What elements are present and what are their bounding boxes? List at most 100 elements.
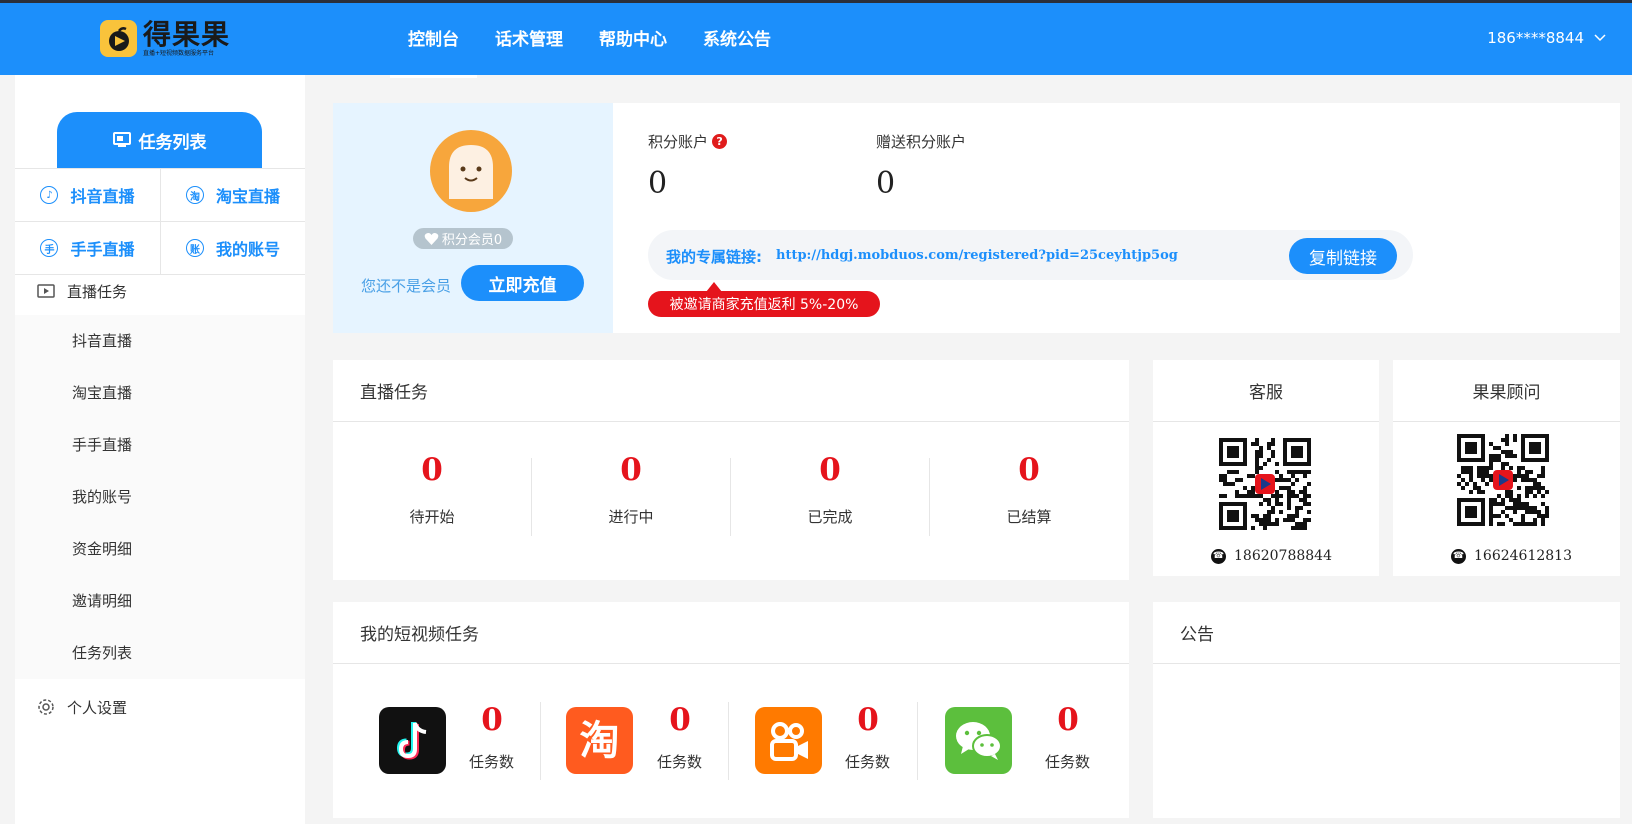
divider [917, 702, 918, 780]
quick-douyin-live[interactable]: ♪ 抖音直播 [15, 169, 160, 222]
stat-value: 0 [1018, 452, 1040, 488]
invite-link-url[interactable]: http://hdgj.mobduos.com/registered?pid=2… [776, 248, 1178, 263]
service-title: 客服 [1153, 360, 1379, 422]
help-icon[interactable]: ? [712, 134, 728, 149]
stat-completed[interactable]: 0 已完成 [731, 422, 929, 580]
phone-icon: ☎ [1211, 548, 1226, 564]
taobao-task-label: 任务数 [657, 753, 703, 771]
top-bar: 得果果 直播+短视频数据服务平台 控制台 话术管理 帮助中心 系统公告 186*… [0, 0, 1632, 78]
stat-in-progress[interactable]: 0 进行中 [532, 422, 730, 580]
stat-pending[interactable]: 0 待开始 [333, 422, 531, 580]
avatar [430, 130, 512, 212]
service-qr-code [1219, 438, 1311, 530]
douyin-small-icon: ♪ [40, 186, 59, 204]
stat-label: 已结算 [1006, 508, 1052, 526]
taobao-icon[interactable]: 淘 [566, 707, 633, 774]
video-icon [37, 284, 55, 298]
sidebar-item-shoushou[interactable]: 手手直播 [15, 419, 305, 471]
copy-link-button[interactable]: 复制链接 [1289, 238, 1397, 274]
gift-label-text: 赠送积分账户 [876, 133, 967, 151]
invite-link-label: 我的专属链接: [666, 248, 762, 266]
customer-service-panel: 客服 ☎ 18620788844 [1153, 360, 1379, 576]
taobao-task-count: 0 [669, 702, 691, 738]
gear-icon [38, 699, 54, 715]
nav-console[interactable]: 控制台 [390, 3, 477, 78]
sidebar: 任务列表 ♪ 抖音直播 淘 淘宝直播 手 手手直播 账 我的账号 直播任务 抖音… [15, 75, 305, 824]
nav-system-notice[interactable]: 系统公告 [685, 3, 789, 75]
advisor-panel: 果果顾问 ☎ 16624612813 [1393, 360, 1620, 576]
notice-title: 公告 [1153, 602, 1620, 664]
douyin-task-count: 0 [481, 702, 503, 738]
nav-help-center[interactable]: 帮助中心 [581, 3, 685, 75]
main-nav: 控制台 话术管理 帮助中心 系统公告 [390, 3, 789, 78]
wechat-task-count: 0 [1057, 702, 1079, 738]
user-menu[interactable]: 186****8844 [1487, 29, 1606, 47]
sidebar-task-list-header[interactable]: 任务列表 [57, 112, 262, 168]
chevron-down-icon [1594, 34, 1606, 42]
advisor-qr-code [1457, 434, 1549, 526]
quick-label: 抖音直播 [70, 187, 135, 206]
notice-panel: 公告 [1153, 602, 1620, 818]
service-phone[interactable]: ☎ 18620788844 [1211, 548, 1332, 564]
douyin-task-label: 任务数 [469, 753, 515, 771]
quick-taobao-live[interactable]: 淘 淘宝直播 [160, 169, 305, 222]
advisor-phone[interactable]: ☎ 16624612813 [1451, 548, 1572, 564]
live-tasks-panel: 直播任务 0 待开始 0 进行中 0 已完成 0 已结算 [333, 360, 1129, 580]
advisor-title: 果果顾问 [1393, 360, 1620, 422]
logo-badge-icon [100, 20, 137, 57]
phone-icon: ☎ [1451, 548, 1466, 564]
stat-label: 进行中 [608, 508, 654, 526]
divider [540, 702, 541, 780]
member-badge: 积分会员0 [413, 228, 513, 249]
sidebar-item-funds[interactable]: 资金明细 [15, 523, 305, 575]
stat-label: 待开始 [409, 508, 455, 526]
stat-settled[interactable]: 0 已结算 [930, 422, 1128, 580]
sidebar-quick-grid: ♪ 抖音直播 淘 淘宝直播 手 手手直播 账 我的账号 [15, 168, 305, 275]
points-account-label: 积分账户 ? [648, 131, 728, 152]
account-small-icon: 账 [185, 239, 204, 257]
kuaishou-task-label: 任务数 [845, 753, 891, 771]
video-tasks-panel: 我的短视频任务 0 任务数 淘 0 任务数 0 任务数 0 任务数 [333, 602, 1129, 818]
service-phone-number: 18620788844 [1234, 548, 1332, 564]
sidebar-item-douyin[interactable]: 抖音直播 [15, 315, 305, 367]
douyin-icon[interactable] [379, 707, 446, 774]
sidebar-item-task-list[interactable]: 任务列表 [15, 627, 305, 679]
stat-value: 0 [421, 452, 443, 488]
rebate-tip: 被邀请商家充值返利 5%-20% [648, 282, 880, 317]
invite-link-box: 我的专属链接: http://hdgj.mobduos.com/register… [648, 230, 1413, 280]
sidebar-item-taobao[interactable]: 淘宝直播 [15, 367, 305, 419]
wechat-icon[interactable] [945, 707, 1012, 774]
gift-account-value: 0 [876, 166, 896, 201]
user-phone: 186****8844 [1487, 29, 1584, 47]
nav-script-management[interactable]: 话术管理 [477, 3, 581, 75]
sidebar-item-my-account[interactable]: 我的账号 [15, 471, 305, 523]
heart-icon [424, 232, 439, 245]
sidebar-submenu: 抖音直播 淘宝直播 手手直播 我的账号 资金明细 邀请明细 任务列表 [15, 315, 305, 679]
logo-subtitle: 直播+短视频数据服务平台 [143, 49, 215, 57]
kuaishou-icon[interactable] [755, 707, 822, 774]
points-label-text: 积分账户 [648, 133, 709, 151]
kuaishou-task-count: 0 [857, 702, 879, 738]
sidebar-section-settings[interactable]: 个人设置 [15, 681, 305, 733]
taobao-small-icon: 淘 [185, 186, 204, 204]
live-tasks-title: 直播任务 [333, 360, 1129, 422]
quick-label: 手手直播 [70, 240, 135, 259]
account-card: 积分账户 ? 0 赠送积分账户 0 我的专属链接: http://hdgj.mo… [613, 103, 1620, 333]
not-member-text: 您还不是会员 [361, 277, 452, 295]
divider [728, 702, 729, 780]
shoushou-small-icon: 手 [40, 239, 59, 257]
sidebar-item-invites[interactable]: 邀请明细 [15, 575, 305, 627]
section-label: 个人设置 [67, 698, 128, 717]
quick-label: 我的账号 [215, 240, 280, 259]
sidebar-head-label: 任务列表 [138, 132, 207, 153]
recharge-button[interactable]: 立即充值 [461, 265, 584, 301]
section-label: 直播任务 [67, 282, 128, 301]
stat-value: 0 [620, 452, 642, 488]
logo[interactable]: 得果果 直播+短视频数据服务平台 [100, 20, 230, 57]
logo-name: 得果果 [143, 17, 231, 51]
stat-label: 已完成 [807, 508, 853, 526]
gift-account-label: 赠送积分账户 [876, 131, 966, 152]
video-tasks-title: 我的短视频任务 [333, 602, 1129, 664]
points-account-value: 0 [648, 166, 668, 201]
sidebar-section-live-tasks[interactable]: 直播任务 [15, 265, 305, 317]
